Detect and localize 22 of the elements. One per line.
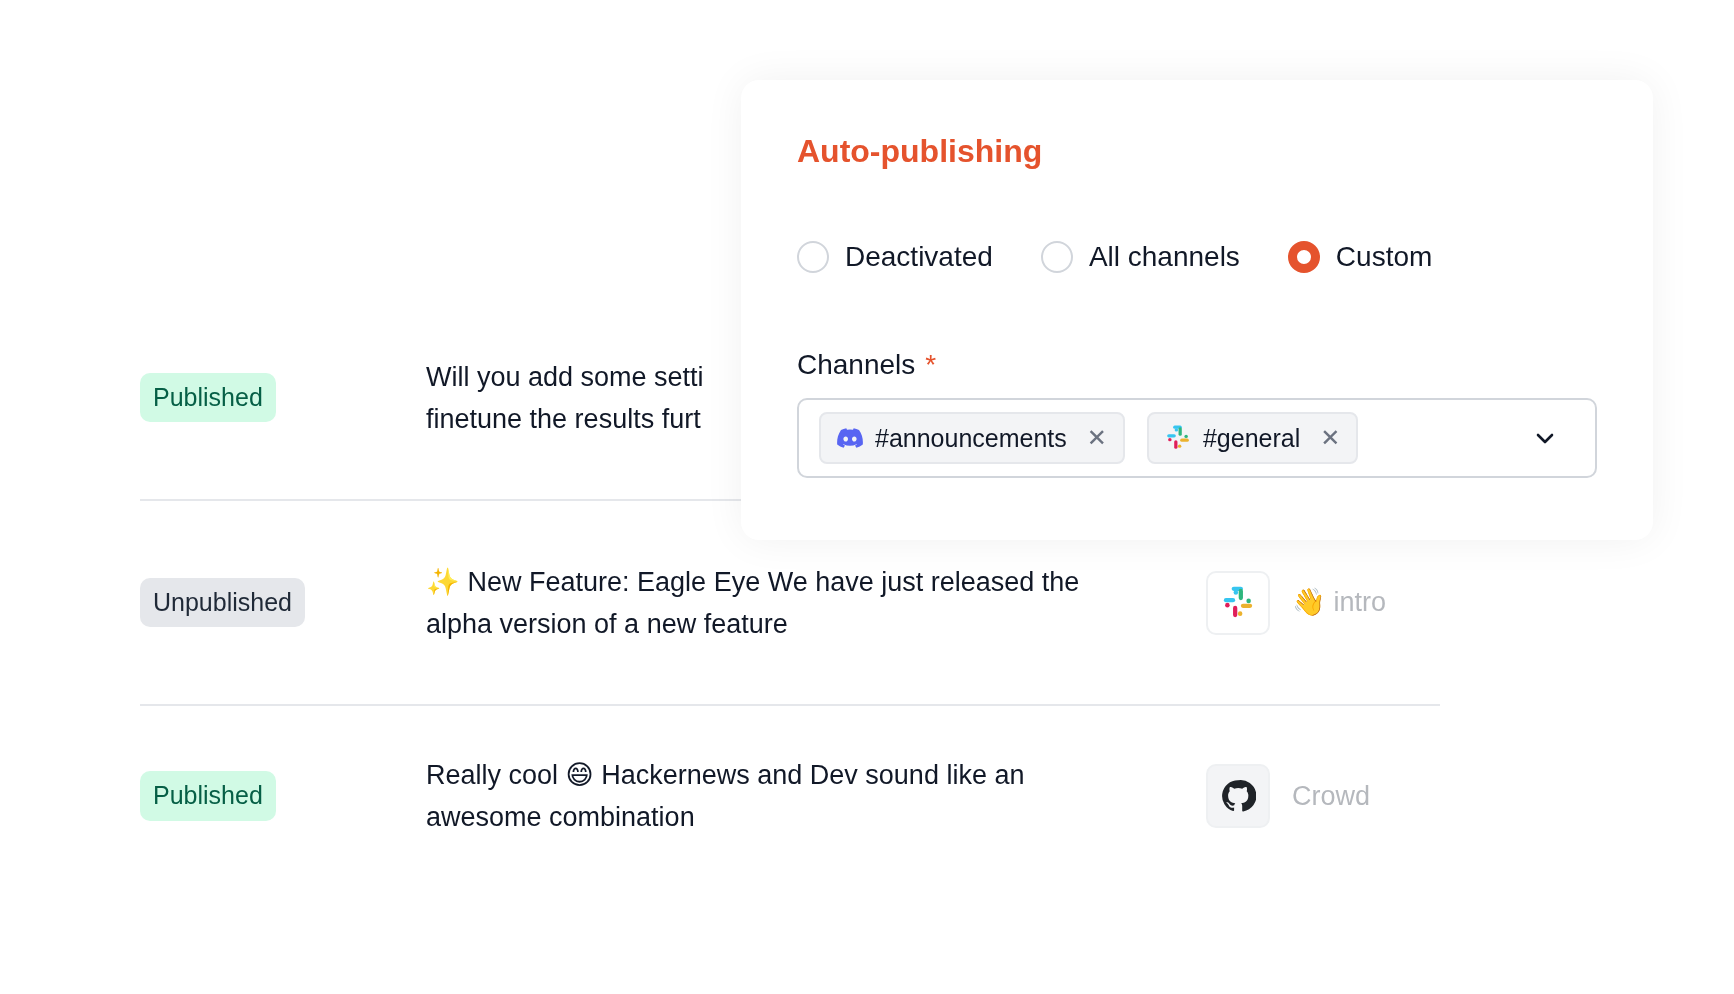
status-label: Published (140, 771, 276, 821)
required-mark: * (925, 348, 937, 383)
radio-option[interactable]: Deactivated (797, 236, 993, 279)
source-text: Crowd (1292, 779, 1371, 813)
source-button[interactable] (1206, 764, 1270, 828)
source-text: 👋 intro (1292, 586, 1387, 620)
remove-button[interactable]: ✕ (1086, 420, 1107, 457)
status-label: Published (140, 372, 276, 423)
chevron-down-icon (1535, 432, 1555, 445)
remove-button[interactable]: ✕ (1320, 420, 1341, 457)
status-label: Unpublished (140, 577, 305, 628)
popup-title: Auto-publishing (797, 132, 1044, 171)
radio-button[interactable] (1287, 241, 1320, 274)
chip-label: #announcements (875, 422, 1067, 454)
chip-label: #general (1202, 422, 1301, 454)
message-text: Really cool 😄 Hackernews and Dev sound like an awesome combination (426, 759, 1026, 834)
field-label: Channels (797, 348, 916, 383)
radio-option[interactable]: Custom (1287, 236, 1433, 279)
message-text: ✨ New Feature: Eagle Eye We have just released the alpha version of a new feature (426, 565, 1081, 641)
radio-option[interactable]: All channels (1040, 236, 1240, 279)
channel-select[interactable]: #announcements ✕ #general ✕ (797, 398, 1597, 479)
message-text: Will you add some setti finetune the results furt (426, 360, 705, 436)
